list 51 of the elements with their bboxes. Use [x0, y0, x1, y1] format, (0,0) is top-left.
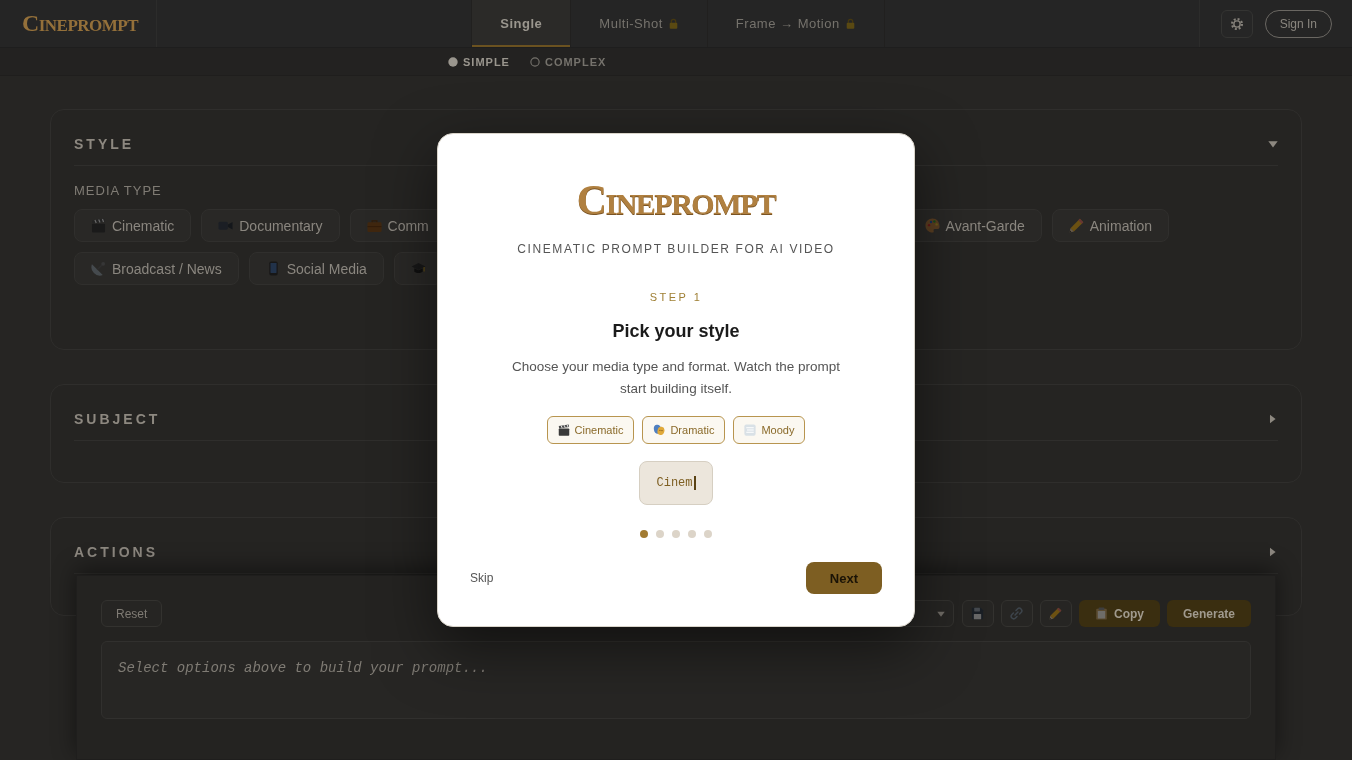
mode-tab[interactable]: Single: [471, 0, 572, 47]
clipboard-icon: [1094, 607, 1108, 620]
mode-toggle[interactable]: SIMPLE: [448, 55, 510, 68]
generate-button[interactable]: Generate: [1166, 600, 1251, 627]
section-title: SUBJECT: [74, 410, 161, 429]
briefcase-icon: [366, 218, 382, 233]
step-label: STEP 1: [649, 290, 703, 305]
palette-icon: [924, 218, 940, 233]
pencil-icon: [1068, 218, 1084, 233]
radio-icon: [448, 56, 458, 67]
logo: CINEPROMPT: [576, 176, 776, 225]
next-button[interactable]: Next: [805, 562, 882, 594]
copy-button[interactable]: Copy: [1078, 600, 1160, 627]
graduation-cap-icon: [410, 261, 426, 276]
mode-tab[interactable]: Frame → Motion: [707, 0, 885, 47]
clapperboard-icon: [557, 424, 570, 436]
tagline: CINEMATIC PROMPT BUILDER FOR AI VIDEO: [517, 241, 835, 257]
media-type-chip[interactable]: Broadcast / News: [74, 252, 239, 285]
mode-toggle[interactable]: COMPLEX: [529, 55, 607, 68]
fog-icon: [744, 424, 757, 436]
example-chip[interactable]: Dramatic: [642, 416, 726, 444]
field-label: MEDIA TYPE: [74, 184, 162, 198]
reset-button[interactable]: Reset: [101, 600, 163, 627]
media-type-chip[interactable]: Social Media: [248, 252, 384, 285]
save-button[interactable]: [961, 600, 994, 627]
pencil-icon: [1049, 607, 1063, 620]
caret-icon: [936, 609, 945, 618]
settings-button[interactable]: [1220, 9, 1253, 38]
radio-icon: [529, 56, 540, 67]
caret-right-icon[interactable]: [1268, 547, 1277, 557]
example-chip[interactable]: Moody: [733, 416, 806, 444]
typed-text: Cinem: [656, 476, 696, 490]
prompt-field[interactable]: Select options above to build your prompt...: [101, 641, 1251, 719]
caret-right-icon[interactable]: [1268, 414, 1277, 424]
mode-tab[interactable]: Multi-Shot: [571, 0, 708, 47]
caret-down-icon[interactable]: [1268, 139, 1278, 149]
dialog-title: Pick your style: [612, 320, 740, 343]
theater-masks-icon: [653, 424, 666, 436]
section-title: STYLE: [74, 135, 135, 154]
dialog-text: Choose your media type and format. Watch the prompt start building itself.: [510, 358, 842, 398]
logo[interactable]: CINEPROMPT: [22, 11, 139, 36]
section-title: ACTIONS: [74, 543, 158, 562]
media-type-chip[interactable]: Animation: [1051, 209, 1169, 242]
skip-link[interactable]: Skip: [470, 571, 494, 585]
settings-icon: [1229, 16, 1244, 31]
media-type-chip[interactable]: Documentary: [201, 209, 340, 242]
media-type-chip[interactable]: Cinematic: [74, 209, 192, 242]
satellite-dish-icon: [91, 261, 106, 276]
example-chip[interactable]: Cinematic: [546, 416, 635, 444]
link-icon: [1010, 607, 1024, 620]
clapperboard-icon: [91, 218, 106, 233]
